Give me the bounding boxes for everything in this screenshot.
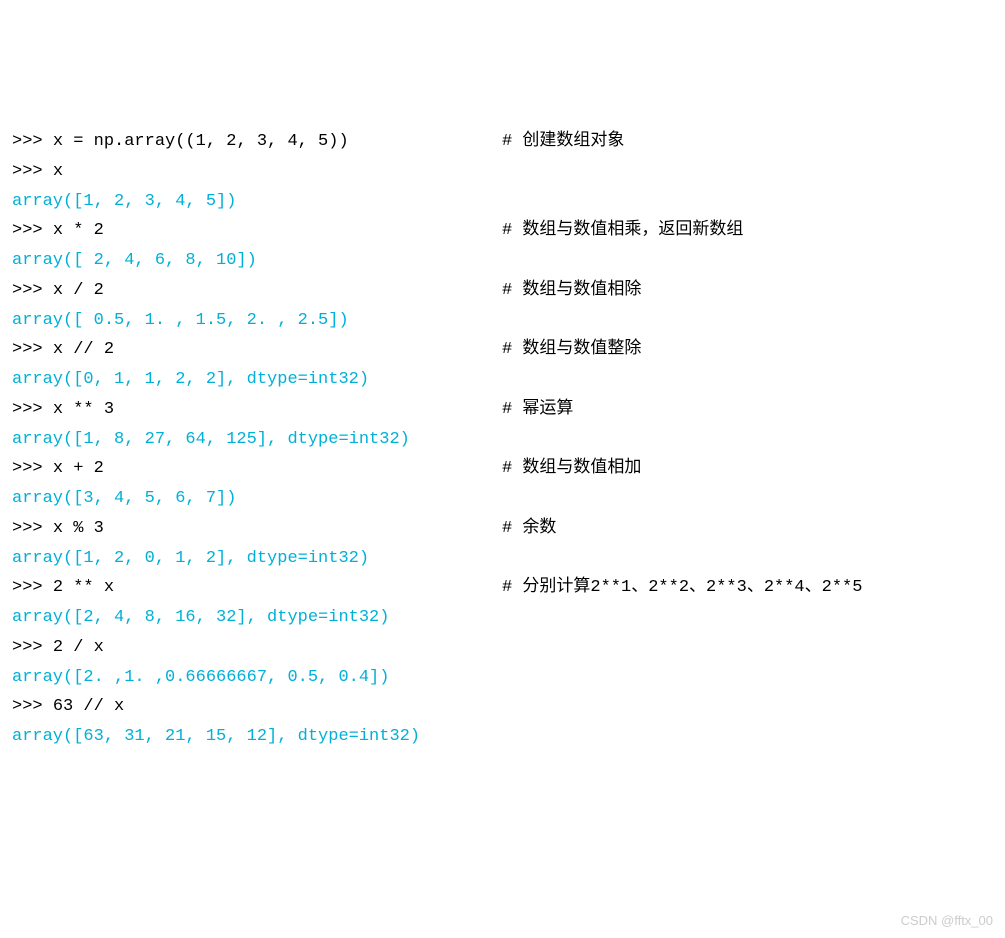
watermark-text: CSDN @fftx_00 [901,910,993,933]
comment-text: # 数组与数值相除 [502,276,641,306]
input-code: x = np.array((1, 2, 3, 4, 5)) [53,132,349,151]
code-line: array([1, 8, 27, 64, 125], dtype=int32) [12,425,993,455]
code-line: >>> 63 // x [12,692,993,722]
output-text: array([2. ,1. ,0.66666667, 0.5, 0.4]) [12,668,389,687]
code-line: array([2, 4, 8, 16, 32], dtype=int32) [12,603,993,633]
output-text: array([3, 4, 5, 6, 7]) [12,489,236,508]
input-code: 63 // x [53,697,124,716]
input-code: x + 2 [53,459,104,478]
comment-text: # 分别计算2**1、2**2、2**3、2**4、2**5 [502,573,862,603]
code-line: >>> x + 2 # 数组与数值相加 [12,454,993,484]
prompt-text: >>> [12,221,53,240]
code-line: array([0, 1, 1, 2, 2], dtype=int32) [12,365,993,395]
prompt-text: >>> [12,519,53,538]
prompt-text: >>> [12,281,53,300]
code-line: >>> x * 2 # 数组与数值相乘，返回新数组 [12,216,993,246]
input-code: x ** 3 [53,400,114,419]
code-line: >>> x = np.array((1, 2, 3, 4, 5)) # 创建数组对… [12,127,993,157]
prompt-text: >>> [12,697,53,716]
input-code: x [53,162,63,181]
code-line: array([ 2, 4, 6, 8, 10]) [12,246,993,276]
comment-text: # 数组与数值整除 [502,335,641,365]
output-text: array([63, 31, 21, 15, 12], dtype=int32) [12,727,420,746]
input-code: 2 ** x [53,578,114,597]
prompt-text: >>> [12,578,53,597]
comment-text: # 余数 [502,514,556,544]
prompt-text: >>> [12,400,53,419]
input-code: 2 / x [53,638,104,657]
output-text: array([0, 1, 1, 2, 2], dtype=int32) [12,370,369,389]
code-line: >>> x % 3 # 余数 [12,514,993,544]
comment-text: # 幂运算 [502,395,573,425]
output-text: array([2, 4, 8, 16, 32], dtype=int32) [12,608,389,627]
output-text: array([1, 2, 0, 1, 2], dtype=int32) [12,549,369,568]
prompt-text: >>> [12,340,53,359]
code-line: >>> x // 2 # 数组与数值整除 [12,335,993,365]
input-code: x // 2 [53,340,114,359]
code-line: >>> x ** 3 # 幂运算 [12,395,993,425]
prompt-text: >>> [12,132,53,151]
input-code: x * 2 [53,221,104,240]
output-text: array([ 2, 4, 6, 8, 10]) [12,251,257,270]
code-line: array([3, 4, 5, 6, 7]) [12,484,993,514]
code-line: array([1, 2, 3, 4, 5]) [12,187,993,217]
comment-text: # 数组与数值相加 [502,454,641,484]
output-text: array([1, 8, 27, 64, 125], dtype=int32) [12,430,410,449]
prompt-text: >>> [12,638,53,657]
code-line: >>> x [12,157,993,187]
comment-text: # 创建数组对象 [502,127,624,157]
code-line: array([1, 2, 0, 1, 2], dtype=int32) [12,544,993,574]
code-line: >>> x / 2 # 数组与数值相除 [12,276,993,306]
prompt-text: >>> [12,162,53,181]
prompt-text: >>> [12,459,53,478]
input-code: x / 2 [53,281,104,300]
output-text: array([1, 2, 3, 4, 5]) [12,192,236,211]
code-line: >>> 2 / x [12,633,993,663]
code-line: array([ 0.5, 1. , 1.5, 2. , 2.5]) [12,306,993,336]
code-line: array([2. ,1. ,0.66666667, 0.5, 0.4]) [12,663,993,693]
comment-text: # 数组与数值相乘，返回新数组 [502,216,743,246]
code-line: array([63, 31, 21, 15, 12], dtype=int32) [12,722,993,752]
code-block: >>> x = np.array((1, 2, 3, 4, 5)) # 创建数组对… [12,127,993,752]
input-code: x % 3 [53,519,104,538]
output-text: array([ 0.5, 1. , 1.5, 2. , 2.5]) [12,311,349,330]
code-line: >>> 2 ** x # 分别计算2**1、2**2、2**3、2**4、2**5 [12,573,993,603]
